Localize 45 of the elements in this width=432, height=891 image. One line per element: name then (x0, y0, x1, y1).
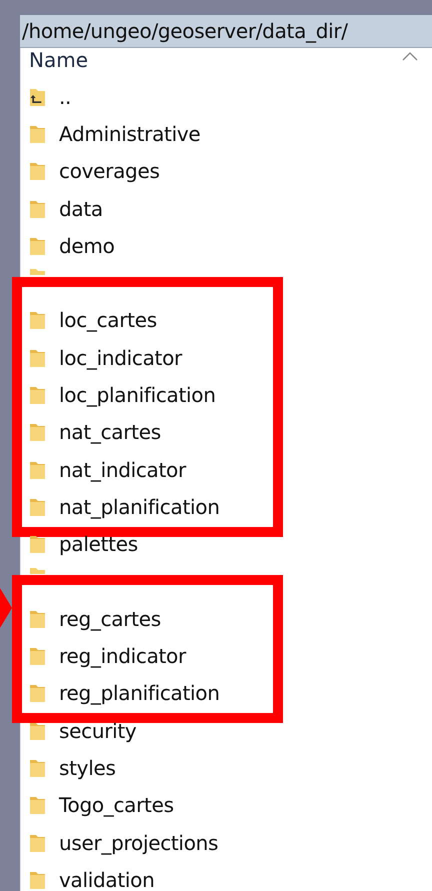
folder-icon (29, 198, 46, 219)
folder-icon (29, 161, 46, 182)
folder-icon (29, 795, 46, 816)
folder-icon (29, 720, 46, 741)
folder-icon (29, 460, 46, 480)
folder-name[interactable]: loc_planification (59, 383, 216, 408)
folder-name[interactable]: Administrative (59, 122, 200, 146)
folder-name[interactable]: nat_indicator (59, 458, 186, 482)
folder-icon (29, 348, 46, 368)
folder-icon (29, 124, 46, 144)
folder-name[interactable]: user_projections (59, 830, 218, 855)
folder-icon (29, 870, 46, 890)
folder-icon (29, 269, 46, 276)
folder-icon (29, 385, 46, 406)
folder-name[interactable]: nat_cartes (59, 420, 161, 444)
name-column-header[interactable]: Name (29, 48, 88, 72)
folder-icon (29, 758, 46, 778)
folder-name[interactable]: reg_planification (59, 681, 220, 706)
folder-icon (29, 832, 46, 853)
folder-name[interactable]: styles (59, 756, 116, 780)
folder-icon (29, 683, 46, 704)
folder-name[interactable]: loc_cartes (59, 308, 157, 332)
folder-icon (29, 310, 46, 330)
sort-caret-icon (402, 52, 418, 61)
folder-icon (29, 496, 46, 517)
folder-name[interactable]: reg_cartes (59, 606, 161, 631)
folder-name[interactable]: demo (59, 234, 115, 258)
folder-name[interactable]: reg_indicator (59, 644, 186, 668)
folder-name[interactable]: coverages (59, 159, 160, 184)
folder-icon (29, 534, 46, 554)
folder-icon (29, 422, 46, 442)
folder-name[interactable]: Togo_cartes (59, 793, 174, 818)
folder-name[interactable]: nat_planification (59, 494, 220, 519)
folder-name[interactable]: .. (59, 84, 72, 109)
folder-name[interactable]: security (59, 718, 136, 743)
folder-name[interactable]: data (59, 196, 103, 221)
folder-icon (29, 608, 46, 629)
folder-name[interactable]: palettes (59, 532, 138, 556)
folder-icon (29, 646, 46, 666)
parent-folder-icon (29, 86, 46, 107)
folder-name[interactable]: loc_indicator (59, 346, 182, 370)
folder-icon (29, 568, 46, 574)
folder-icon (29, 236, 46, 256)
folder-name[interactable]: validation (59, 868, 154, 891)
folder-path: /home/ungeo/geoserver/data_dir/ (22, 19, 348, 43)
